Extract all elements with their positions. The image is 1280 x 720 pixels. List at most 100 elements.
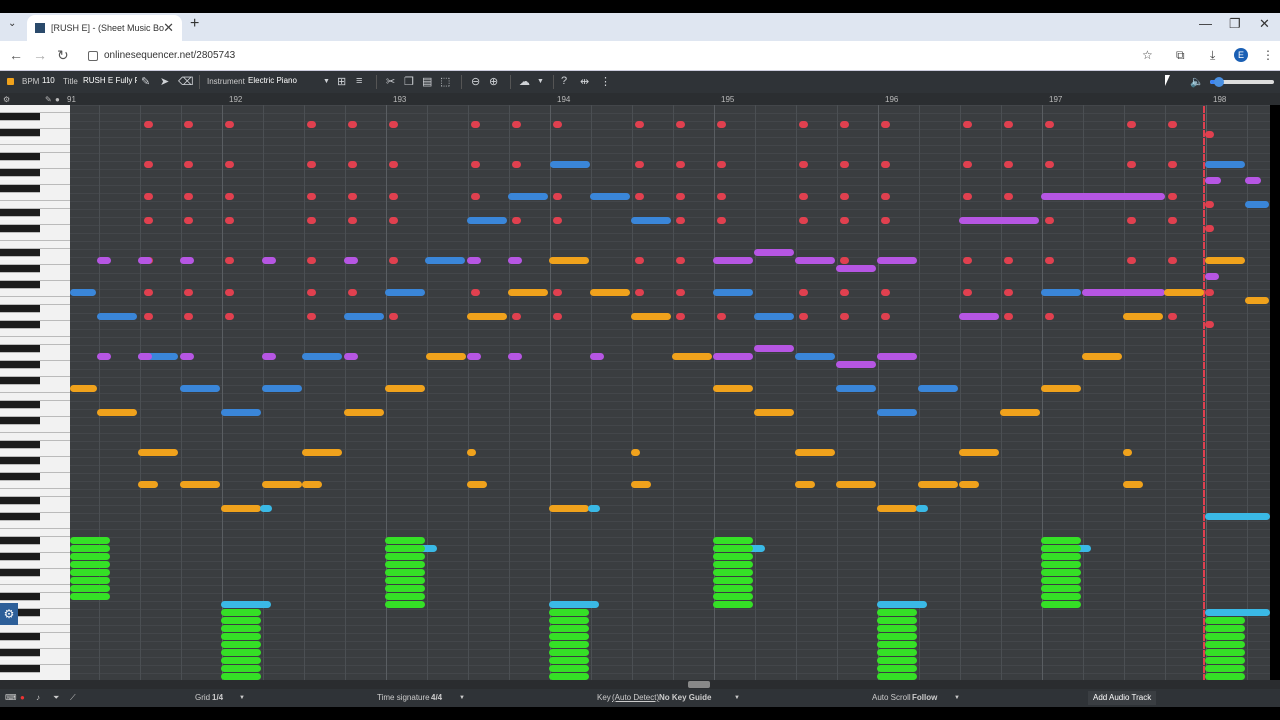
note-block[interactable] <box>1045 257 1054 264</box>
piano-key-black[interactable] <box>0 569 40 577</box>
note-block[interactable] <box>1205 161 1245 168</box>
note-block[interactable] <box>840 257 849 264</box>
note-block[interactable] <box>754 249 794 256</box>
note-block[interactable] <box>881 161 890 168</box>
note-block[interactable] <box>795 449 835 456</box>
note-block[interactable] <box>877 625 917 632</box>
timesig-dropdown-icon[interactable]: ▼ <box>459 695 465 701</box>
note-block[interactable] <box>385 385 425 392</box>
note-block[interactable] <box>877 649 917 656</box>
note-block[interactable] <box>754 345 794 352</box>
note-block[interactable] <box>144 193 153 200</box>
autoscroll-dropdown-icon[interactable]: ▼ <box>954 695 960 701</box>
note-block[interactable] <box>302 449 342 456</box>
note-block[interactable] <box>1082 289 1165 296</box>
piano-key-black[interactable] <box>0 633 40 641</box>
note-block[interactable] <box>184 161 193 168</box>
piano-key-white[interactable] <box>0 313 70 321</box>
note-block[interactable] <box>389 217 398 224</box>
note-block[interactable] <box>1168 257 1177 264</box>
note-block[interactable] <box>631 313 671 320</box>
record-icon[interactable]: ● <box>20 693 25 702</box>
note-block[interactable] <box>221 409 261 416</box>
note-block[interactable] <box>385 545 425 552</box>
piano-key-black[interactable] <box>0 553 40 561</box>
note-block[interactable] <box>549 633 589 640</box>
note-block[interactable] <box>385 569 425 576</box>
piano-key-black[interactable] <box>0 417 40 425</box>
note-block[interactable] <box>1045 217 1054 224</box>
note-block[interactable] <box>97 409 137 416</box>
note-block[interactable] <box>512 161 521 168</box>
note-block[interactable] <box>877 409 917 416</box>
note-block[interactable] <box>1041 385 1081 392</box>
piano-key-black[interactable] <box>0 345 40 353</box>
note-block[interactable] <box>1041 593 1081 600</box>
note-block[interactable] <box>221 665 261 672</box>
note-block[interactable] <box>1205 289 1214 296</box>
note-block[interactable] <box>676 121 685 128</box>
eraser-icon[interactable]: ⌫ <box>178 75 194 88</box>
tempo-icon[interactable]: ⟋ <box>70 693 76 703</box>
key-auto-detect-link[interactable]: (Auto Detect) <box>612 693 659 702</box>
edit-pencil-icon[interactable]: ✎ <box>141 75 150 88</box>
note-block[interactable] <box>713 553 753 560</box>
key-guide-select[interactable]: No Key Guide <box>659 693 711 702</box>
note-block[interactable] <box>881 313 890 320</box>
piano-key-white[interactable] <box>0 233 70 241</box>
note-block[interactable] <box>713 545 753 552</box>
note-block[interactable] <box>70 561 110 568</box>
piano-key-white[interactable] <box>0 201 70 209</box>
note-block[interactable] <box>70 577 110 584</box>
piano-key-white[interactable] <box>0 521 70 529</box>
note-block[interactable] <box>70 289 96 296</box>
note-block[interactable] <box>385 593 425 600</box>
piano-key-black[interactable] <box>0 169 40 177</box>
note-block[interactable] <box>1041 553 1081 560</box>
piano-key-black[interactable] <box>0 153 40 161</box>
piano-key-black[interactable] <box>0 129 40 137</box>
note-block[interactable] <box>97 257 111 264</box>
note-block[interactable] <box>549 673 589 680</box>
note-block[interactable] <box>144 289 153 296</box>
note-block[interactable] <box>385 577 425 584</box>
note-block[interactable] <box>1123 313 1163 320</box>
piano-key-white[interactable] <box>0 657 70 665</box>
piano-key-black[interactable] <box>0 321 40 329</box>
filter-icon[interactable]: ⏷ <box>53 693 59 703</box>
note-block[interactable] <box>676 257 685 264</box>
note-block[interactable] <box>1004 161 1013 168</box>
note-block[interactable] <box>389 257 398 264</box>
note-block[interactable] <box>307 193 316 200</box>
timeline-ruler[interactable]: ⚙ ✎ ● 91 192 193 194 195 196 197 198 <box>0 93 1280 105</box>
note-block[interactable] <box>512 121 521 128</box>
zoom-in-icon[interactable]: ⊕ <box>489 75 498 88</box>
note-block[interactable] <box>70 585 110 592</box>
note-block[interactable] <box>877 257 917 264</box>
note-block[interactable] <box>881 217 890 224</box>
piano-key-white[interactable] <box>0 217 70 225</box>
note-block[interactable] <box>549 609 589 616</box>
piano-key-white[interactable] <box>0 585 70 593</box>
piano-key-white[interactable] <box>0 297 70 305</box>
bookmark-star-icon[interactable]: ☆ <box>1142 48 1153 62</box>
note-block[interactable] <box>676 289 685 296</box>
grid-dropdown-icon[interactable]: ▼ <box>239 695 245 701</box>
piano-key-black[interactable] <box>0 281 40 289</box>
piano-key-black[interactable] <box>0 473 40 481</box>
note-block[interactable] <box>144 161 153 168</box>
piano-key-black[interactable] <box>0 361 40 369</box>
piano-key-white[interactable] <box>0 257 70 265</box>
note-block[interactable] <box>836 265 876 272</box>
note-block[interactable] <box>1205 673 1245 680</box>
piano-key-white[interactable] <box>0 641 70 649</box>
note-block[interactable] <box>1004 313 1013 320</box>
note-block[interactable] <box>713 593 753 600</box>
instrument-settings-icon[interactable]: ⊞ <box>337 75 346 88</box>
note-block[interactable] <box>1041 561 1081 568</box>
new-tab-button[interactable]: + <box>190 15 199 33</box>
note-block[interactable] <box>877 633 917 640</box>
note-block[interactable] <box>836 361 876 368</box>
key-dropdown-icon[interactable]: ▼ <box>734 695 740 701</box>
note-block[interactable] <box>635 161 644 168</box>
